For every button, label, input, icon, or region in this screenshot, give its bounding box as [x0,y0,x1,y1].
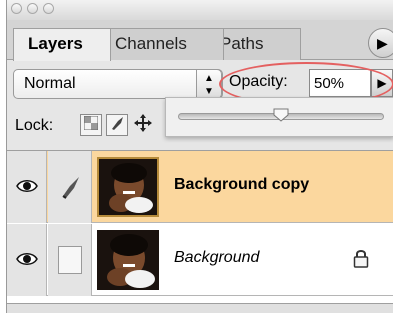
layer-thumbnail [97,230,159,290]
lock-label: Lock: [15,117,54,134]
visibility-toggle[interactable] [7,151,47,223]
layer-link-cell[interactable] [48,151,92,223]
tab-layers-label: Layers [28,34,83,53]
tab-channels-label: Channels [115,34,187,53]
opacity-slider-thumb[interactable] [273,108,289,122]
opacity-input[interactable] [309,69,371,97]
blend-mode-select[interactable]: Normal ▲ ▼ [13,69,223,99]
eye-icon [16,253,38,265]
tab-paths-label: Paths [220,34,264,53]
brush-icon [62,177,79,199]
visibility-toggle[interactable] [7,224,47,296]
panel-bottom-bar [7,303,393,313]
zoom-window-button[interactable] [43,3,54,14]
layer-row[interactable]: Background copy [7,151,393,223]
opacity-slider-popup [165,97,393,137]
panel-menu-arrow-icon[interactable]: ▶ [368,28,393,58]
layers-panel-window: Paths Channels Layers ▶ Normal ▲ ▼ Opacit… [6,0,393,313]
tab-layers[interactable]: Layers [13,28,111,61]
opacity-label: Opacity: [229,73,288,90]
empty-link-box [58,246,82,274]
tab-channels[interactable]: Channels [100,28,224,60]
layer-row[interactable]: Background [7,224,393,296]
title-bar [7,0,393,20]
lock-position-icon[interactable] [132,114,154,136]
lock-transparent-pixels-icon[interactable] [80,114,102,136]
layer-thumbnail [97,157,159,217]
close-window-button[interactable] [11,3,22,14]
layer-name: Background [174,249,260,266]
layer-name: Background copy [174,176,310,193]
eye-icon [16,180,38,192]
opacity-slider-arrow-icon[interactable]: ▶ [371,69,393,97]
layer-controls: Normal ▲▼ Opacity: ▶ Lock: [7,60,393,150]
layer-link-cell[interactable] [48,224,92,296]
layers-list: Background copy Background [7,150,393,303]
tab-bar: Paths Channels Layers ▶ [7,20,393,61]
lock-icon [353,250,369,268]
lock-image-pixels-icon[interactable] [106,114,128,136]
minimize-window-button[interactable] [27,3,38,14]
blend-mode-stepper-icon[interactable]: ▲ ▼ [196,69,222,99]
blend-mode-value: Normal [24,75,76,92]
